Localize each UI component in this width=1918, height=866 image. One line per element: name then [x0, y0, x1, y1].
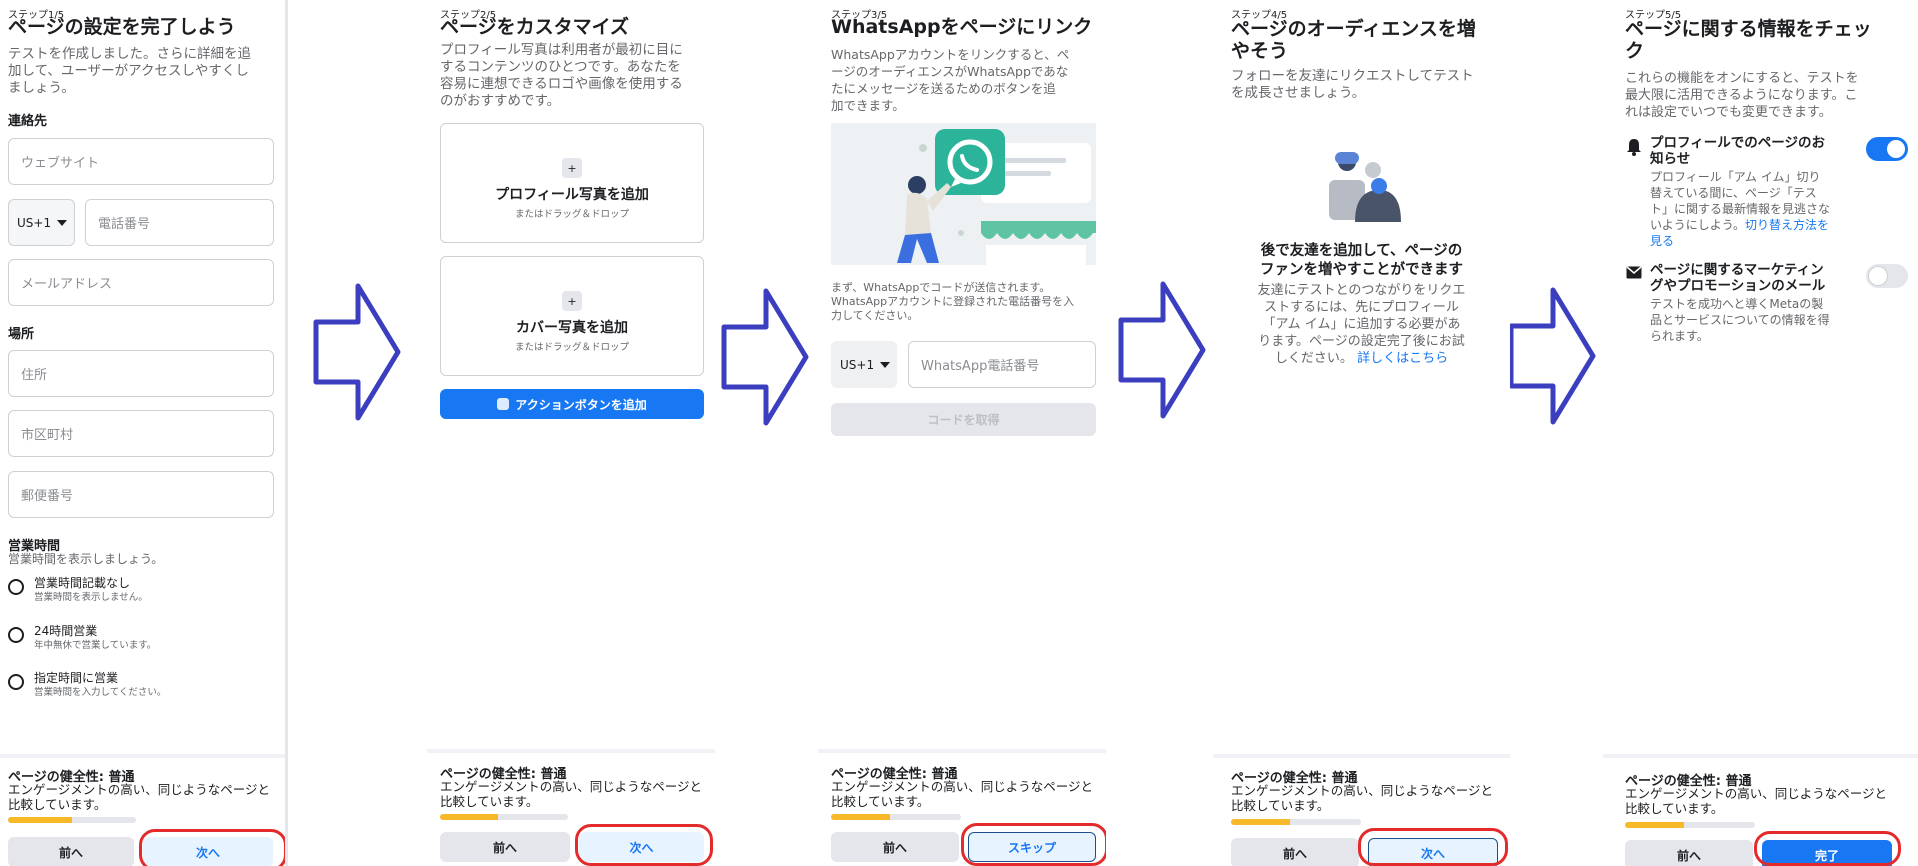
health-description: エンゲージメントの高い、同じようなページと 比較しています。 [831, 779, 1094, 809]
step4-panel: ステップ4/5 ページのオーディエンスを増 やそう フォローを友達にリクエストして… [1213, 0, 1510, 866]
empty-state-description: 友達にテストとのつながりをリクエ ストするには、先にプロフィール 「アム イム」… [1257, 283, 1466, 366]
marketing-email-title: ページに関するマーケティン グやプロモーションのメール [1650, 262, 1826, 294]
page-title: ページに関する情報をチェック [1625, 18, 1872, 62]
radio-button[interactable] [8, 579, 24, 595]
health-progress-bar [1625, 822, 1755, 828]
health-progress-bar [8, 817, 136, 823]
hours-option-custom[interactable]: 指定時間に営業 営業時間を入力してください。 [8, 670, 166, 699]
location-label: 場所 [8, 327, 35, 342]
add-photo-icon: + [562, 158, 582, 178]
back-button[interactable]: 前へ [1625, 840, 1753, 866]
country-code-value: US+1 [17, 215, 52, 230]
switch-how-to-link-cont[interactable]: 見る [1650, 233, 1830, 249]
health-description: エンゲージメントの高い、同じようなページと 比較しています。 [8, 782, 271, 812]
page-title: WhatsAppをページにリンク [831, 16, 1093, 38]
health-progress-bar [831, 814, 961, 820]
page-description: WhatsAppアカウントをリンクすると、ペ ージのオーディエンスがWhatsAp… [831, 47, 1070, 113]
people-icon [1329, 152, 1401, 222]
arrow-right-icon [313, 283, 401, 421]
radio-button[interactable] [8, 627, 24, 643]
page-description: プロフィール写真は利用者が最初に目に するコンテンツのひとつです。あなたを 容易に連… [440, 42, 683, 109]
code-note: まず、WhatsAppでコードが送信されます。 WhatsAppアカウントに登録さ… [831, 281, 1075, 322]
get-code-button[interactable]: コードを取得 [831, 403, 1096, 436]
switch-how-to-link[interactable]: 切り替え方法を [1745, 218, 1829, 232]
hours-description: 営業時間を表示しましょう。 [8, 552, 164, 566]
highlight-ring [1358, 828, 1508, 866]
page-title: ページのオーディエンスを増 やそう [1231, 18, 1476, 62]
back-button[interactable]: 前へ [1231, 838, 1359, 866]
email-input[interactable]: メールアドレス [8, 259, 274, 306]
country-code-value: US+1 [840, 357, 875, 372]
page-description: フォローを友達にリクエストしてテスト を成長させましょう。 [1231, 68, 1474, 101]
website-input[interactable]: ウェブサイト [8, 138, 274, 185]
contact-label: 連絡先 [8, 114, 48, 129]
bell-icon [1627, 139, 1641, 156]
highlight-ring [1754, 831, 1901, 866]
phone-input[interactable]: 電話番号 [85, 199, 274, 246]
learn-more-link[interactable]: 詳しくはこちら [1357, 351, 1448, 366]
health-description: エンゲージメントの高い、同じようなページと 比較しています。 [1231, 783, 1494, 813]
back-button[interactable]: 前へ [8, 837, 134, 866]
step3-panel: ステップ3/5 WhatsAppをページにリンク WhatsAppアカウントをリ… [818, 0, 1106, 866]
chevron-down-icon [880, 361, 891, 368]
page-notification-title: プロフィールでのページのお 知らせ [1650, 135, 1825, 167]
page-description: これらの機能をオンにすると、テストを 最大限に活用できるようになります。こ れは設定… [1625, 71, 1859, 120]
whatsapp-illustration [831, 123, 1096, 265]
action-icon [497, 398, 510, 410]
page-title: ページをカスタマイズ [440, 16, 630, 38]
country-code-select[interactable]: US+1 [831, 341, 897, 388]
step2-panel: ステップ2/5 ページをカスタマイズ プロフィール写真は利用者が最初に目に するコ… [427, 0, 715, 866]
page-description: テストを作成しました。さらに詳細を追 加して、ユーザーがアクセスしやすくし ましょう… [8, 46, 251, 96]
highlight-ring [961, 823, 1106, 866]
page-notification-description: プロフィール「アム イム」切り 替えている間に、ページ「テス ト」に関する最新情… [1650, 170, 1831, 249]
marketing-email-toggle[interactable] [1866, 264, 1908, 288]
profile-photo-upload[interactable]: + プロフィール写真を追加 またはドラッグ＆ドロップ [440, 123, 704, 243]
arrow-right-icon [1508, 287, 1596, 425]
country-code-select[interactable]: US+1 [8, 199, 75, 246]
marketing-email-description: テストを成功へと導くMetaの製 品とサービスについての情報を得 られます。 [1650, 297, 1830, 343]
step1-panel: ステップ1/5 ページの設定を完了しよう テストを作成しました。さらに詳細を追加… [0, 0, 288, 866]
zip-input[interactable]: 郵便番号 [8, 471, 274, 518]
cover-photo-upload[interactable]: + カバー写真を追加 またはドラッグ＆ドロップ [440, 256, 704, 376]
city-input[interactable]: 市区町村 [8, 410, 274, 457]
health-description: エンゲージメントの高い、同じようなページと 比較しています。 [1625, 786, 1888, 816]
hours-option-24h[interactable]: 24時間営業 年中無休で営業しています。 [8, 623, 156, 652]
page-title: ページの設定を完了しよう [8, 16, 236, 38]
back-button[interactable]: 前へ [831, 832, 959, 862]
highlight-ring [575, 824, 713, 866]
arrow-right-icon [1118, 281, 1206, 419]
hours-option-none[interactable]: 営業時間記載なし 営業時間を表示しません。 [8, 575, 148, 604]
highlight-ring [139, 829, 285, 866]
add-action-button[interactable]: アクションボタンを追加 [440, 389, 704, 419]
arrow-right-icon [721, 288, 809, 426]
address-input[interactable]: 住所 [8, 350, 274, 397]
mail-icon [1626, 266, 1642, 279]
health-description: エンゲージメントの高い、同じようなページと 比較しています。 [440, 779, 703, 809]
health-progress-bar [440, 814, 568, 820]
chevron-down-icon [57, 219, 68, 226]
empty-state-title: 後で友達を追加して、ページの ファンを増やすことができます [1260, 243, 1463, 278]
health-progress-bar [1231, 819, 1361, 825]
whatsapp-phone-input[interactable]: WhatsApp電話番号 [908, 341, 1096, 388]
back-button[interactable]: 前へ [440, 832, 570, 862]
page-notification-toggle[interactable] [1866, 137, 1908, 161]
add-photo-icon: + [562, 291, 582, 311]
step5-panel: ステップ5/5 ページに関する情報をチェック これらの機能をオンにすると、テスト… [1603, 0, 1918, 866]
radio-button[interactable] [8, 674, 24, 690]
